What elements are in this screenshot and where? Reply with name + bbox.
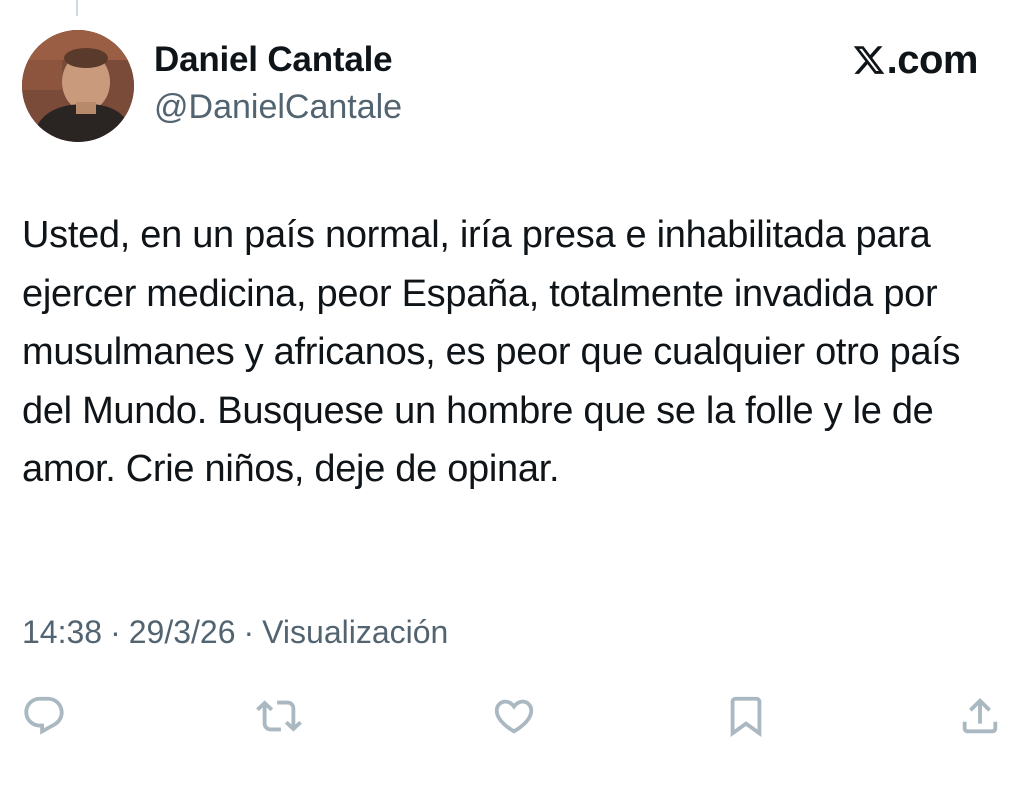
repost-button[interactable] (255, 692, 303, 740)
avatar[interactable] (22, 30, 134, 142)
tweet-time[interactable]: 14:38 (22, 614, 102, 651)
tweet-text: Usted, en un país normal, iría presa e i… (22, 214, 971, 490)
action-bar (0, 692, 1024, 744)
share-button[interactable] (956, 692, 1004, 740)
brand-text: .com (886, 38, 979, 82)
share-icon (962, 697, 998, 734)
reply-icon (24, 696, 64, 735)
views-label[interactable]: Visualización (262, 614, 448, 651)
repost-icon (256, 700, 302, 732)
avatar-image (22, 30, 134, 142)
reply-button[interactable] (20, 692, 68, 740)
bookmark-icon (730, 696, 762, 737)
like-button[interactable] (490, 692, 538, 740)
like-icon (494, 699, 534, 734)
meta-separator: · (110, 614, 121, 650)
thread-connector-line (76, 0, 78, 16)
author-handle[interactable]: @DanielCantale (154, 88, 402, 127)
meta-separator: · (243, 614, 255, 650)
tweet-meta: 14:38 · 29/3/26 · Visualización (22, 614, 448, 651)
tweet-date[interactable]: 29/3/26 (129, 614, 236, 651)
site-brand: .com (852, 38, 979, 82)
x-logo-icon (853, 46, 884, 74)
author-name[interactable]: Daniel Cantale (154, 40, 393, 80)
bookmark-button[interactable] (722, 692, 770, 740)
